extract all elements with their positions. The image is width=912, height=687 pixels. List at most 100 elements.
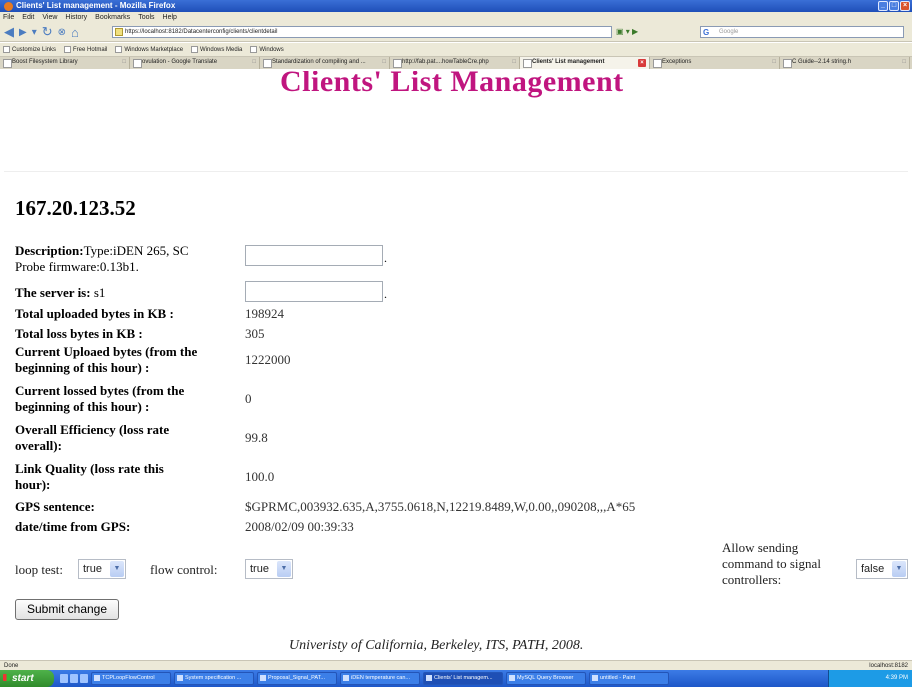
minimize-button[interactable]: _	[878, 1, 888, 11]
taskbar-item-active[interactable]: Clients' List managem...	[423, 672, 503, 685]
bookmark-item[interactable]: Free Hotmail	[64, 46, 107, 53]
efficiency-label: Overall Efficiency (loss rate	[15, 422, 170, 437]
reload-icon[interactable]: ↻	[42, 24, 53, 40]
maximize-button[interactable]: □	[889, 1, 899, 11]
close-tab-icon[interactable]: □	[252, 57, 256, 68]
loop-test-select[interactable]: true ▼	[78, 559, 126, 579]
menu-history[interactable]: History	[65, 14, 87, 21]
server-row: The server is: s1 .	[15, 281, 905, 305]
server-input[interactable]	[245, 281, 383, 302]
bookmark-item[interactable]: Customize Links	[3, 46, 56, 53]
status-text: Done	[4, 663, 19, 669]
tab-boost[interactable]: Boost Filesystem Library □	[0, 57, 130, 69]
submit-change-button[interactable]: Submit change	[15, 599, 119, 620]
window-title: Clients' List management - Mozilla Firef…	[16, 1, 176, 10]
gps-sentence-value: $GPRMC,003932.635,A,3755.0618,N,12219.84…	[245, 499, 636, 514]
chevron-down-icon: ▼	[110, 561, 124, 577]
close-tab-icon[interactable]: □	[772, 57, 776, 68]
allow-sending-value: false	[861, 563, 885, 575]
gps-time-value: 2008/02/09 00:39:33	[245, 519, 354, 534]
total-uploaded-value: 198924	[245, 306, 284, 321]
clock: 4:39 PM	[885, 675, 908, 681]
quicklaunch-icon[interactable]	[60, 673, 68, 683]
url-bar[interactable]: https://localhost:8182/Datacenterconfig/…	[112, 26, 612, 38]
close-button[interactable]: ×	[900, 1, 910, 11]
close-tab-icon[interactable]: □	[512, 57, 516, 68]
tab-fab[interactable]: http://fab.pat....howTableCre.php □	[390, 57, 520, 69]
google-icon: G	[703, 28, 710, 37]
quick-launch	[60, 673, 88, 684]
page-icon	[115, 46, 123, 53]
flow-control-select[interactable]: true ▼	[245, 559, 293, 579]
close-tab-icon[interactable]: □	[902, 57, 906, 68]
page-icon	[191, 46, 199, 53]
status-bar: Done localhost:8182	[0, 660, 912, 670]
menu-help[interactable]: Help	[163, 14, 177, 21]
close-tab-icon[interactable]: ×	[638, 59, 646, 67]
link-quality-row: Link Quality (loss rate this hour): 100.…	[15, 461, 275, 492]
start-button[interactable]: start	[0, 670, 54, 687]
gps-time-row: date/time from GPS: 2008/02/09 00:39:33	[15, 519, 905, 537]
tab-exceptions[interactable]: Exceptions □	[650, 57, 780, 69]
total-loss-value: 305	[245, 326, 265, 341]
allow-sending-select[interactable]: false ▼	[856, 559, 908, 579]
home-icon[interactable]: ⌂	[71, 25, 79, 40]
current-uploaded-row: Current Uploaed bytes (from the beginnin…	[15, 344, 291, 375]
tab-c-guide[interactable]: C Guide--2.14 string.h □	[780, 57, 910, 69]
chevron-down-icon: ▼	[277, 561, 291, 577]
current-lossed-row: Current lossed bytes (from the beginning…	[15, 383, 252, 414]
quicklaunch-icon[interactable]	[80, 673, 88, 683]
link-quality-label: Link Quality (loss rate this	[15, 461, 164, 476]
efficiency-value: 99.8	[245, 430, 268, 445]
close-tab-icon[interactable]: □	[382, 57, 386, 68]
current-uploaded-value: 1222000	[245, 352, 291, 367]
link-quality-value: 100.0	[245, 469, 275, 484]
bookmark-item[interactable]: Windows	[250, 46, 284, 53]
server-value: s1	[93, 285, 106, 300]
gps-sentence-label: GPS sentence:	[15, 499, 95, 514]
menu-tools[interactable]: Tools	[138, 14, 154, 21]
tab-translate[interactable]: ovulation - Google Translate □	[130, 57, 260, 69]
footer-credit: Univeristy of California, Berkeley, ITS,…	[289, 638, 584, 653]
forward-icon[interactable]: ▶	[19, 27, 27, 38]
page-icon	[3, 46, 10, 53]
close-tab-icon[interactable]: □	[122, 57, 126, 68]
page-icon	[250, 46, 258, 53]
taskbar-item[interactable]: System specification ...	[174, 672, 254, 685]
chevron-down-icon: ▼	[892, 561, 906, 577]
back-icon[interactable]: ◀	[4, 24, 14, 40]
tab-clients-list[interactable]: Clients' List management ×	[520, 57, 650, 69]
tab-standardization[interactable]: Standardization of compiling and ... □	[260, 57, 390, 69]
go-icon[interactable]: ▣ ▾ ▶	[616, 27, 638, 36]
dropdown-icon[interactable]: ▾	[32, 27, 37, 38]
current-lossed-label: Current lossed bytes (from the	[15, 383, 185, 398]
taskbar-item[interactable]: untitled - Paint	[589, 672, 669, 685]
client-ip-heading: 167.20.123.52	[15, 196, 136, 220]
menu-view[interactable]: View	[42, 14, 57, 21]
flow-control-label: flow control:	[150, 562, 218, 577]
divider	[4, 171, 908, 172]
description-label: Description:	[15, 243, 84, 258]
search-box[interactable]: G Google	[700, 26, 904, 38]
gps-sentence-row: GPS sentence: $GPRMC,003932.635,A,3755.0…	[15, 499, 905, 517]
bookmark-item[interactable]: Windows Marketplace	[115, 46, 183, 53]
taskbar-item[interactable]: Proposal_Signal_PAT...	[257, 672, 337, 685]
description-input[interactable]	[245, 245, 383, 266]
menu-edit[interactable]: Edit	[22, 14, 34, 21]
bookmark-item[interactable]: Windows Media	[191, 46, 242, 53]
menu-bar: File Edit View History Bookmarks Tools H…	[0, 12, 912, 23]
taskbar-item[interactable]: MySQL Query Browser	[506, 672, 586, 685]
menu-bookmarks[interactable]: Bookmarks	[95, 14, 130, 21]
taskbar-item[interactable]: iDEN temperature can...	[340, 672, 420, 685]
quicklaunch-icon[interactable]	[70, 673, 78, 683]
server-label: The server is:	[15, 285, 91, 300]
menu-file[interactable]: File	[3, 14, 14, 21]
firefox-icon	[4, 1, 13, 11]
loop-test-value: true	[83, 563, 102, 575]
total-loss-label: Total loss bytes in KB :	[15, 326, 143, 341]
taskbar-item[interactable]: TCPLoopFlowControl	[91, 672, 171, 685]
stop-icon[interactable]: ⊗	[58, 27, 66, 38]
description-value-2: Probe firmware:0.13b1.	[15, 259, 139, 274]
site-icon	[115, 28, 123, 36]
total-uploaded-label: Total uploaded bytes in KB :	[15, 306, 174, 321]
